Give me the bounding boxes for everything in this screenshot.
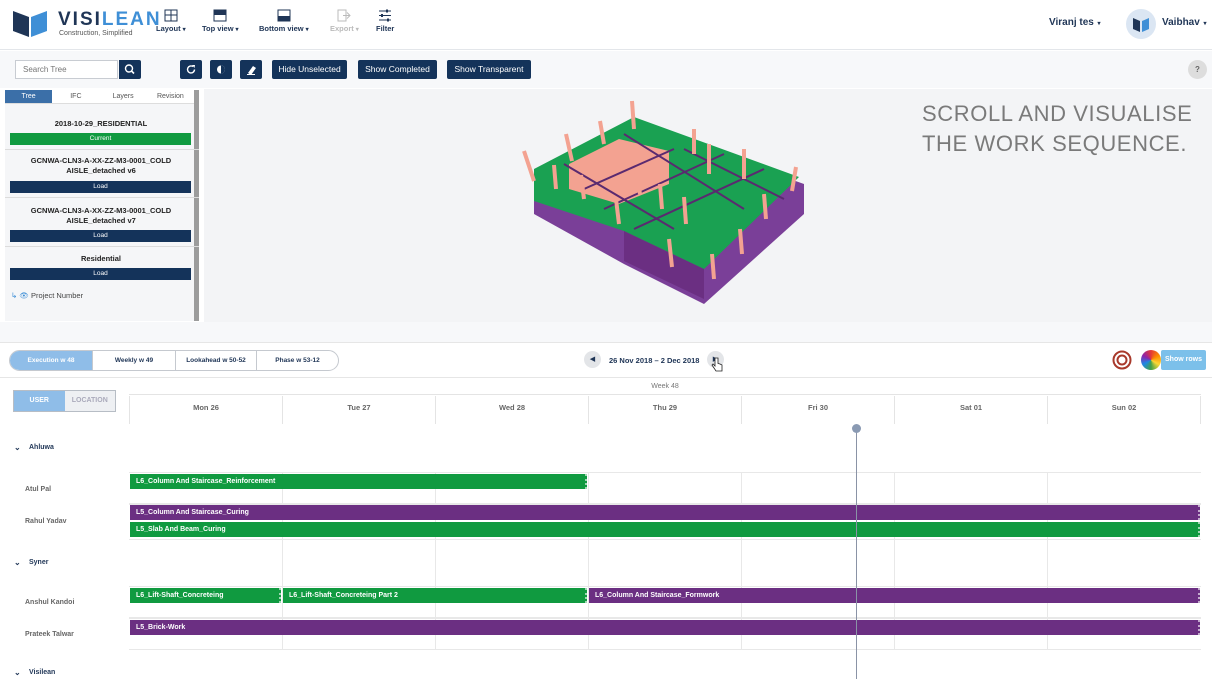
current-time-handle[interactable] bbox=[852, 424, 861, 433]
brand-name: VISILEAN bbox=[58, 9, 162, 30]
shading-button[interactable] bbox=[210, 60, 232, 79]
user-avatar-icon bbox=[1133, 18, 1149, 32]
search-button[interactable] bbox=[119, 60, 141, 79]
model-tree-panel: Tree IFC Layers Revision 2018-10-29_RESI… bbox=[5, 90, 199, 321]
color-wheel-icon[interactable] bbox=[1141, 350, 1161, 370]
task-bar[interactable]: L5_Slab And Beam_Curing bbox=[130, 522, 1200, 537]
task-bar[interactable]: L5_Brick-Work bbox=[130, 620, 1200, 635]
user-view-button[interactable]: USER bbox=[14, 391, 65, 411]
divider bbox=[5, 197, 199, 198]
day-header: Tue 27 bbox=[282, 396, 435, 424]
avatar[interactable] bbox=[1126, 9, 1156, 39]
chevron-left-icon: ◀ bbox=[589, 356, 596, 363]
show-transparent-button[interactable]: Show Transparent bbox=[447, 60, 531, 79]
row-person: Rahul Yadav bbox=[25, 518, 67, 525]
row-person: Anshul Kandoi bbox=[25, 599, 75, 606]
refresh-button[interactable] bbox=[180, 60, 202, 79]
plan-mode-switcher: Execution w 48 Weekly w 49 Lookahead w 5… bbox=[9, 350, 339, 371]
project-user-menu[interactable]: Viranj tes ▾ bbox=[1049, 17, 1101, 28]
hide-unselected-button[interactable]: Hide Unselected bbox=[272, 60, 347, 79]
show-completed-button[interactable]: Show Completed bbox=[358, 60, 437, 79]
filter-icon bbox=[379, 9, 392, 22]
project-number-node[interactable]: ↳ 👁 Project Number bbox=[11, 291, 83, 300]
tree-tabs: Tree IFC Layers Revision bbox=[5, 90, 194, 104]
eraser-button[interactable] bbox=[240, 60, 262, 79]
help-button[interactable]: ? bbox=[1188, 60, 1207, 79]
current-time-line bbox=[856, 428, 857, 679]
bottom-view-menu[interactable]: Bottom view ▾ bbox=[259, 9, 309, 33]
refresh-icon bbox=[186, 65, 196, 74]
task-bar[interactable]: L6_Column And Staircase_Formwork bbox=[589, 588, 1200, 603]
export-menu[interactable]: Export ▾ bbox=[330, 9, 359, 33]
tab-layers[interactable]: Layers bbox=[99, 90, 147, 104]
load-model-button[interactable]: Load bbox=[10, 230, 191, 242]
day-header: Fri 30 bbox=[741, 396, 894, 424]
day-header: Mon 26 bbox=[129, 396, 282, 424]
target-icon[interactable] bbox=[1112, 350, 1132, 370]
top-bar: VISILEAN Construction, Simplified Layout… bbox=[0, 0, 1212, 50]
model-name: GCNWA-CLN3-A-XX-ZZ-M3-0001_COLD AISLE_de… bbox=[30, 156, 172, 175]
chevron-down-icon[interactable]: ⌄ bbox=[14, 428, 21, 468]
viewer-overlay-caption: SCROLL AND VISUALISE THE WORK SEQUENCE. bbox=[922, 101, 1193, 156]
previous-week-button[interactable]: ◀ bbox=[584, 351, 601, 368]
day-header: Wed 28 bbox=[435, 396, 588, 424]
tab-lookahead[interactable]: Lookahead w 50-52 bbox=[176, 351, 257, 370]
current-model-button[interactable]: Current bbox=[10, 133, 191, 145]
brand-tagline: Construction, Simplified bbox=[59, 30, 133, 37]
model-name: GCNWA-CLN3-A-XX-ZZ-M3-0001_COLD AISLE_de… bbox=[30, 206, 172, 225]
task-bar[interactable]: L6_Lift-Shaft_Concreteing bbox=[130, 588, 281, 603]
task-bar[interactable]: L5_Column And Staircase_Curing bbox=[130, 505, 1200, 520]
tab-execution[interactable]: Execution w 48 bbox=[10, 351, 93, 370]
filter-menu[interactable]: Filter bbox=[376, 9, 394, 33]
user-name-menu[interactable]: Vaibhav ▾ bbox=[1162, 17, 1207, 28]
top-view-menu[interactable]: Top view ▾ bbox=[202, 9, 239, 33]
model-name: Residential bbox=[80, 254, 121, 263]
date-range: 26 Nov 2018 – 2 Dec 2018 bbox=[609, 356, 700, 365]
shading-icon bbox=[217, 65, 225, 74]
layout-icon bbox=[164, 9, 178, 22]
group-header[interactable]: ⌄ Visilean bbox=[0, 653, 1212, 693]
tab-revision[interactable]: Revision bbox=[146, 90, 194, 104]
tab-phase[interactable]: Phase w 53-12 bbox=[257, 351, 338, 370]
separator-strip bbox=[0, 322, 1212, 342]
group-header[interactable]: ⌄ Ahluwa bbox=[0, 428, 1212, 468]
row-person: Prateek Talwar bbox=[25, 631, 74, 638]
load-model-button[interactable]: Load bbox=[10, 268, 191, 280]
task-bar[interactable]: L6_Column And Staircase_Reinforcement bbox=[130, 474, 587, 489]
load-model-button[interactable]: Load bbox=[10, 181, 191, 193]
tab-ifc[interactable]: IFC bbox=[52, 90, 100, 104]
search-tree-input[interactable] bbox=[15, 60, 118, 79]
tab-tree[interactable]: Tree bbox=[5, 90, 53, 104]
eraser-icon bbox=[247, 66, 256, 75]
divider bbox=[5, 149, 199, 150]
tab-weekly[interactable]: Weekly w 49 bbox=[93, 351, 176, 370]
hand-cursor-icon bbox=[711, 357, 723, 372]
eye-icon[interactable]: ↳ 👁 bbox=[11, 291, 29, 300]
row-person: Atul Pal bbox=[25, 486, 52, 493]
day-header: Sat 01 bbox=[894, 396, 1047, 424]
top-view-icon bbox=[213, 9, 227, 22]
task-bar[interactable]: L6_Lift-Shaft_Concreteing Part 2 bbox=[283, 588, 587, 603]
model-name: 2018-10-29_RESIDENTIAL bbox=[54, 119, 148, 128]
chevron-down-icon[interactable]: ⌄ bbox=[14, 543, 21, 583]
visilean-logo-icon bbox=[13, 11, 47, 37]
day-header: Thu 29 bbox=[588, 396, 741, 424]
divider bbox=[5, 246, 199, 247]
group-header[interactable]: ⌄ Syner bbox=[0, 543, 1212, 583]
export-icon bbox=[337, 9, 352, 22]
chevron-down-icon[interactable]: ⌄ bbox=[14, 653, 21, 693]
show-rows-button[interactable]: Show rows bbox=[1161, 350, 1206, 370]
week-header: Week 48 bbox=[129, 379, 1201, 395]
search-icon bbox=[124, 64, 135, 75]
day-header: Sun 02 bbox=[1047, 396, 1201, 424]
user-location-toggle: USER LOCATION bbox=[13, 390, 116, 412]
layout-menu[interactable]: Layout ▾ bbox=[156, 9, 186, 33]
bottom-view-icon bbox=[277, 9, 291, 22]
location-view-button[interactable]: LOCATION bbox=[65, 391, 116, 411]
